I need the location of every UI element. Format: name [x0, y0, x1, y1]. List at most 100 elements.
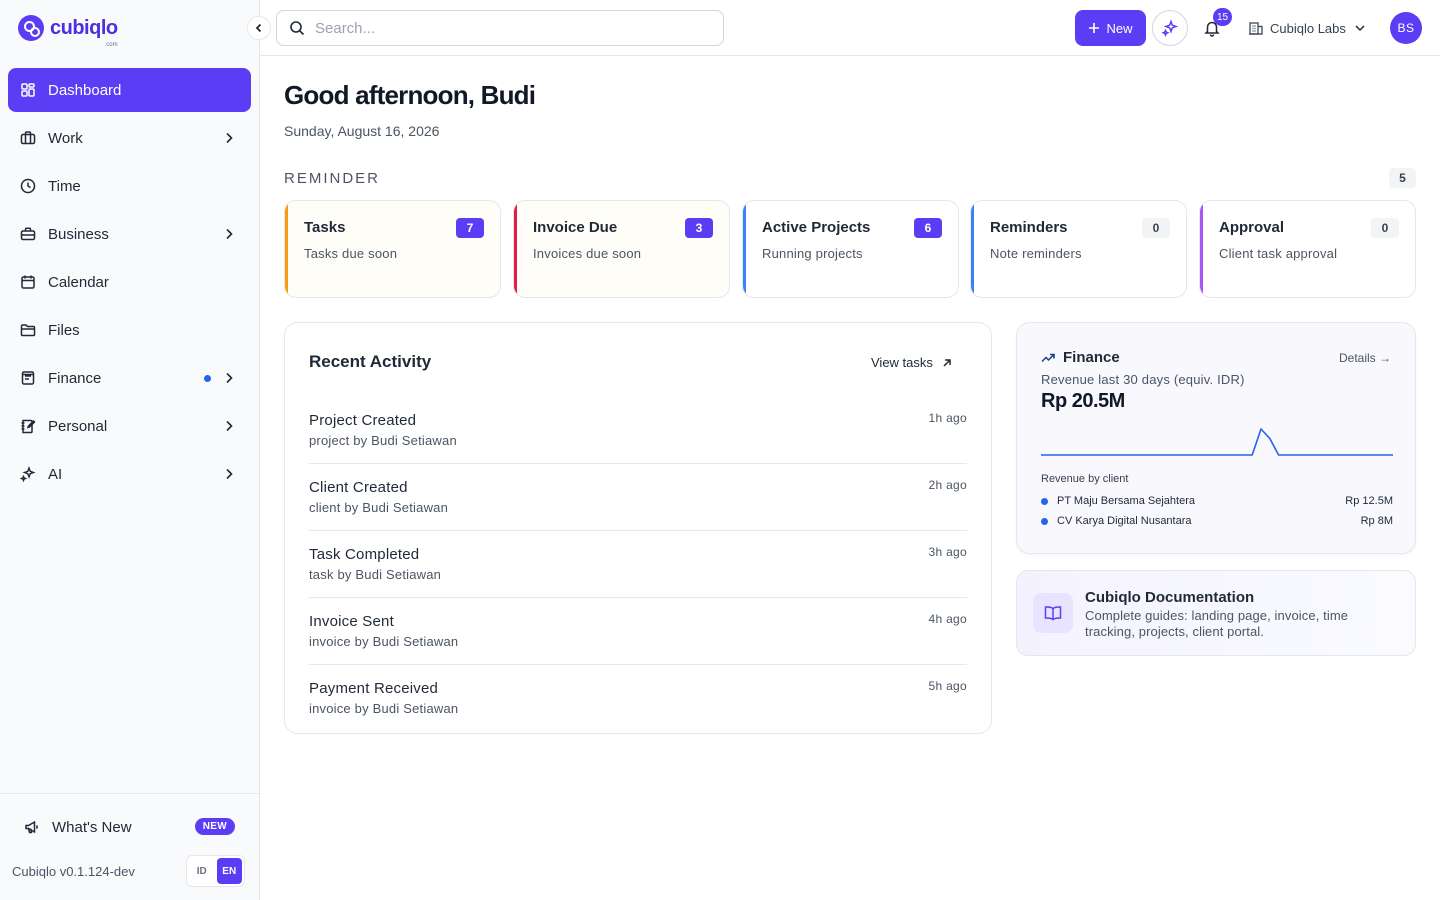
- organization-switcher[interactable]: Cubiqlo Labs: [1248, 16, 1368, 40]
- finance-details-link[interactable]: Details →: [1339, 351, 1391, 365]
- sidebar-item-label: Time: [48, 177, 81, 195]
- reminder-card-tasks[interactable]: Tasks Tasks due soon 7: [284, 200, 501, 298]
- sidebar-item-work[interactable]: Work: [8, 116, 251, 160]
- logo-icon: [18, 15, 44, 41]
- search-icon: [290, 21, 305, 36]
- revenue-by-client-label: Revenue by client: [1041, 473, 1129, 485]
- new-button[interactable]: New: [1075, 10, 1146, 46]
- card-count-badge: 6: [914, 218, 942, 238]
- finance-title: Finance: [1063, 349, 1120, 366]
- sidebar-item-calendar[interactable]: Calendar: [8, 260, 251, 304]
- card-count-badge: 3: [685, 218, 713, 238]
- sparkle-icon: [1161, 19, 1179, 37]
- page-title: Good afternoon, Budi: [284, 80, 536, 110]
- current-date: Sunday, August 16, 2026: [284, 123, 440, 139]
- sidebar-item-label: Files: [48, 321, 80, 339]
- card-count-badge: 0: [1142, 218, 1170, 238]
- chevron-left-icon: [255, 23, 262, 33]
- card-count-badge: 7: [456, 218, 484, 238]
- reminder-card-invoice-due[interactable]: Invoice Due Invoices due soon 3: [513, 200, 730, 298]
- ai-assistant-button[interactable]: [1152, 10, 1188, 46]
- sidebar-item-label: Calendar: [48, 273, 109, 291]
- activity-author: invoice by Budi Setiawan: [309, 634, 459, 649]
- grid-icon: [20, 82, 36, 98]
- app-version: Cubiqlo v0.1.124-dev: [12, 864, 135, 879]
- search-input[interactable]: [315, 19, 695, 37]
- reminder-card-approval[interactable]: Approval Client task approval 0: [1199, 200, 1416, 298]
- sidebar-item-ai[interactable]: AI: [8, 452, 251, 496]
- sidebar-footer: What's New NEW Cubiqlo v0.1.124-dev ID E…: [0, 793, 259, 900]
- reminder-card-active-projects[interactable]: Active Projects Running projects 6: [742, 200, 959, 298]
- megaphone-icon: [24, 819, 40, 835]
- activity-time: 5h ago: [928, 679, 967, 693]
- sidebar-item-label: Business: [48, 225, 109, 243]
- activity-name: Invoice Sent: [309, 613, 394, 630]
- activity-time: 3h ago: [928, 545, 967, 559]
- notebook-icon: [20, 418, 36, 434]
- trending-up-icon: [1041, 353, 1055, 362]
- chevron-right-icon: [226, 372, 233, 384]
- documentation-card[interactable]: Cubiqlo Documentation Complete guides: l…: [1016, 570, 1416, 656]
- business-icon: [20, 226, 36, 242]
- collapse-sidebar-button[interactable]: [247, 16, 271, 40]
- organization-name: Cubiqlo Labs: [1270, 20, 1346, 36]
- chevron-right-icon: [226, 468, 233, 480]
- sidebar-item-finance[interactable]: Finance: [8, 356, 251, 400]
- activity-name: Payment Received: [309, 680, 439, 697]
- documentation-description: Complete guides: landing page, invoice, …: [1085, 608, 1349, 639]
- new-badge: NEW: [194, 818, 235, 835]
- new-button-label: New: [1106, 20, 1133, 36]
- clock-icon: [20, 178, 36, 194]
- revenue-series-line: [1041, 428, 1393, 456]
- reminder-section-title: REMINDER: [284, 170, 381, 187]
- brand-name: cubiqlo .com: [50, 16, 118, 48]
- client-revenue-row: PT Maju Bersama Sejahtera Rp 12.5M: [1041, 493, 1393, 509]
- card-title: Invoice Due: [533, 219, 618, 236]
- activity-name: Client Created: [309, 479, 408, 496]
- sidebar-item-business[interactable]: Business: [8, 212, 251, 256]
- list-item[interactable]: Project Created project by Budi Setiawan…: [309, 397, 967, 464]
- activity-time: 4h ago: [928, 612, 967, 626]
- card-count-badge: 0: [1371, 218, 1399, 238]
- activity-list: Project Created project by Budi Setiawan…: [309, 397, 967, 732]
- topbar: New 15 Cubiqlo Labs BS: [260, 0, 1440, 56]
- view-tasks-link[interactable]: View tasks: [871, 355, 953, 370]
- building-icon: [1249, 22, 1263, 35]
- calendar-icon: [20, 274, 36, 290]
- sidebar-item-personal[interactable]: Personal: [8, 404, 251, 448]
- activity-author: task by Budi Setiawan: [309, 567, 442, 582]
- whats-new-button[interactable]: What's New NEW: [12, 808, 247, 846]
- list-item[interactable]: Task Completed task by Budi Setiawan 3h …: [309, 531, 967, 598]
- reminder-card-reminders[interactable]: Reminders Note reminders 0: [970, 200, 1187, 298]
- lang-option-en[interactable]: EN: [216, 858, 242, 884]
- sidebar-item-label: Personal: [48, 417, 108, 435]
- notifications-count-badge: 15: [1213, 8, 1233, 26]
- whats-new-label: What's New: [52, 818, 132, 836]
- sidebar-nav: Dashboard Work Time Business Calendar Fi…: [8, 68, 251, 500]
- sidebar-item-time[interactable]: Time: [8, 164, 251, 208]
- activity-author: client by Budi Setiawan: [309, 500, 449, 515]
- folder-icon: [20, 322, 36, 338]
- client-amount: Rp 12.5M: [1345, 495, 1393, 507]
- activity-author: project by Budi Setiawan: [309, 433, 457, 448]
- finance-header: Finance: [1041, 349, 1120, 366]
- chevron-down-icon: [1355, 25, 1365, 32]
- list-item[interactable]: Payment Received invoice by Budi Setiawa…: [309, 665, 967, 732]
- briefcase-icon: [20, 130, 36, 146]
- recent-activity-panel: Recent Activity View tasks Project Creat…: [284, 322, 992, 734]
- user-avatar[interactable]: BS: [1390, 12, 1422, 44]
- chevron-right-icon: [226, 132, 233, 144]
- sidebar-item-dashboard[interactable]: Dashboard: [8, 68, 251, 112]
- list-item[interactable]: Client Created client by Budi Setiawan 2…: [309, 464, 967, 531]
- brand-logo[interactable]: cubiqlo .com: [18, 14, 118, 48]
- notification-dot: [204, 375, 211, 382]
- lang-option-id[interactable]: ID: [189, 858, 215, 884]
- activity-time: 1h ago: [928, 411, 967, 425]
- client-amount: Rp 8M: [1360, 515, 1393, 527]
- sidebar-item-files[interactable]: Files: [8, 308, 251, 352]
- list-item[interactable]: Invoice Sent invoice by Budi Setiawan 4h…: [309, 598, 967, 665]
- sidebar-item-label: AI: [48, 465, 63, 483]
- receipt-icon: [20, 370, 36, 386]
- search-box: [276, 10, 724, 46]
- client-revenue-row: CV Karya Digital Nusantara Rp 8M: [1041, 513, 1393, 529]
